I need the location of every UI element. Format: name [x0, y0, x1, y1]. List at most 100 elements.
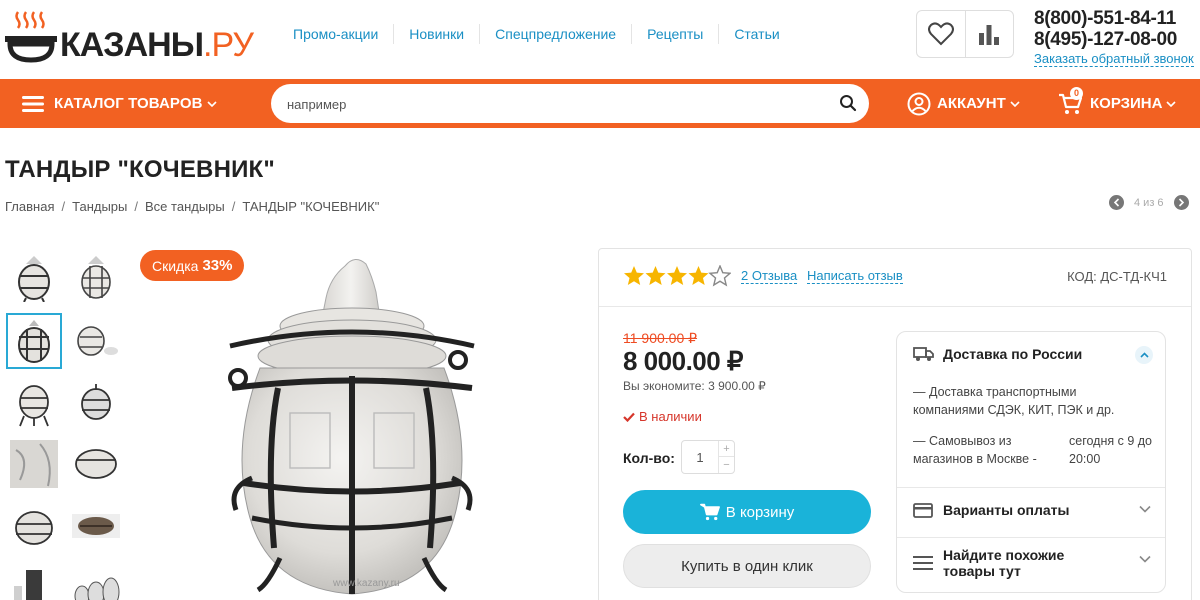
nav-promo[interactable]: Промо-акции [278, 24, 393, 44]
breadcrumb-home[interactable]: Главная [5, 199, 54, 214]
thumbnail[interactable] [70, 378, 122, 430]
top-nav: Промо-акции Новинки Спецпредложение Реце… [278, 24, 795, 44]
thumbnail[interactable] [8, 500, 60, 552]
hamburger-icon [22, 95, 44, 112]
breadcrumb-current: ТАНДЫР "КОЧЕВНИК" [242, 199, 380, 214]
contact-phones: 8(800)-551-84-11 8(495)-127-08-00 Заказа… [1034, 8, 1194, 68]
payment-options-label: Варианты оплаты [943, 502, 1070, 518]
similar-products-row[interactable]: Найдите похожие товары тут [897, 537, 1165, 587]
stock-status: В наличии [623, 409, 702, 424]
user-circle-icon [907, 92, 931, 115]
wishlist-button[interactable] [917, 11, 965, 57]
rating-stars[interactable] [623, 265, 731, 287]
write-review-link[interactable]: Написать отзыв [807, 269, 903, 284]
chevron-up-icon [1139, 352, 1149, 358]
tandoor-thumb-image [19, 385, 49, 427]
phone-secondary[interactable]: 8(495)-127-08-00 [1034, 29, 1194, 50]
search-bar [271, 84, 869, 123]
product-sku: КОД: ДС-ТД-КЧ1 [1067, 269, 1167, 284]
thumbnail[interactable] [8, 252, 60, 304]
reviews-link[interactable]: 2 Отзыва [741, 269, 798, 284]
payment-options-header: Варианты оплаты [913, 502, 1070, 518]
discount-badge: Скидка 33% [140, 250, 245, 281]
cart-count-badge: 0 [1070, 87, 1083, 100]
delivery-pickup-text: — Самовывоз из магазинов в Москве - [913, 434, 1037, 466]
quantity-stepper: + − [681, 440, 735, 474]
breadcrumb-all-tandoors[interactable]: Все тандыры [145, 199, 225, 214]
tandoor-thumb-image [18, 256, 50, 302]
prev-product-button[interactable] [1109, 195, 1124, 210]
tandoor-thumb-image [81, 256, 111, 299]
old-price: 11 900.00 ₽ [623, 330, 698, 346]
quantity-increase-button[interactable]: + [718, 441, 734, 457]
compare-button[interactable] [964, 11, 1013, 57]
delivery-collapse-button[interactable] [1135, 346, 1153, 364]
thumbnail[interactable] [8, 438, 60, 490]
cart-label: КОРЗИНА [1090, 95, 1163, 112]
quantity-input[interactable] [682, 441, 718, 473]
savings-text: Вы экономите: 3 900.00 ₽ [623, 379, 766, 393]
bar-chart-icon [979, 25, 1000, 45]
nav-recipes[interactable]: Рецепты [631, 24, 718, 44]
star-filled-icon [645, 266, 666, 285]
search-icon[interactable] [839, 94, 857, 112]
search-input[interactable] [287, 94, 827, 114]
add-to-cart-button[interactable]: В корзину [623, 490, 871, 534]
buy-one-click-button[interactable]: Купить в один клик [623, 544, 871, 588]
grill-food-image [72, 514, 120, 538]
delivery-header[interactable]: Доставка по России [913, 346, 1082, 362]
thumbnail[interactable] [70, 315, 122, 367]
thumbnail[interactable] [8, 562, 60, 600]
callback-link[interactable]: Заказать обратный звонок [1034, 51, 1194, 67]
delivery-pickup-hours: сегодня с 9 до 20:00 [1069, 434, 1152, 466]
breadcrumb: Главная / Тандыры / Все тандыры / ТАНДЫР… [5, 199, 379, 214]
heart-icon [927, 22, 954, 46]
catalog-label: КАТАЛОГ ТОВАРОВ [54, 95, 203, 112]
phone-primary[interactable]: 8(800)-551-84-11 [1034, 8, 1194, 29]
delivery-title: Доставка по России [943, 346, 1083, 362]
next-product-button[interactable] [1173, 195, 1189, 210]
site-logo[interactable]: КАЗАНЫ.РУ [4, 8, 254, 68]
rating-row: 2 Отзыва Написать отзыв КОД: ДС-ТД-КЧ1 [599, 249, 1191, 307]
tandoor-photo-image [228, 259, 475, 595]
payment-options-row[interactable]: Варианты оплаты [897, 487, 1165, 537]
truck-icon [913, 347, 934, 361]
product-main-image[interactable] [140, 248, 570, 600]
delivery-transport-text: — Доставка транспортными компаниями СДЭК… [913, 385, 1115, 417]
star-filled-icon [688, 266, 709, 285]
tandoor-thumb-image [75, 449, 117, 479]
main-menu-bar: КАТАЛОГ ТОВАРОВ АККАУНТ 0 КОРЗИНА [0, 79, 1200, 128]
star-filled-icon [624, 266, 644, 285]
thumbnail[interactable] [70, 500, 122, 552]
stock-label: В наличии [639, 409, 702, 424]
breadcrumb-tandoors[interactable]: Тандыры [72, 199, 127, 214]
quantity-label: Кол-во: [623, 450, 675, 466]
star-rating-icon [624, 265, 731, 287]
catalog-button[interactable]: КАТАЛОГ ТОВАРОВ [22, 79, 217, 128]
nav-new[interactable]: Новинки [393, 24, 479, 44]
user-tools [916, 10, 1014, 58]
account-button[interactable]: АККАУНТ [907, 79, 1020, 128]
thumbnail[interactable] [70, 252, 122, 304]
star-empty-icon [708, 265, 731, 287]
discount-value: 33% [202, 257, 233, 274]
chevron-down-icon [206, 100, 217, 107]
chevron-down-icon [1166, 100, 1177, 107]
delivery-info-card: Доставка по России — Доставка транспортн… [896, 331, 1166, 593]
thumbnail[interactable] [8, 378, 60, 430]
shopping-cart-icon [699, 503, 720, 521]
tandoor-thumb-image [81, 384, 111, 420]
tandoor-sizes-image [74, 577, 120, 600]
chevron-down-icon [1139, 555, 1151, 563]
nav-special[interactable]: Спецпредложение [479, 24, 631, 44]
quantity-decrease-button[interactable]: − [718, 457, 734, 473]
cart-button[interactable]: 0 КОРЗИНА [1058, 79, 1177, 128]
account-label: АККАУНТ [937, 95, 1006, 112]
top-header: КАЗАНЫ.РУ Промо-акции Новинки Спецпредло… [0, 0, 1200, 79]
thumbnail[interactable] [70, 562, 122, 600]
thumbnail-active[interactable] [6, 313, 62, 369]
image-watermark: www.kazany.ru [333, 578, 400, 589]
nav-articles[interactable]: Статьи [718, 24, 794, 44]
credit-card-icon [913, 502, 933, 518]
thumbnail[interactable] [70, 438, 122, 490]
